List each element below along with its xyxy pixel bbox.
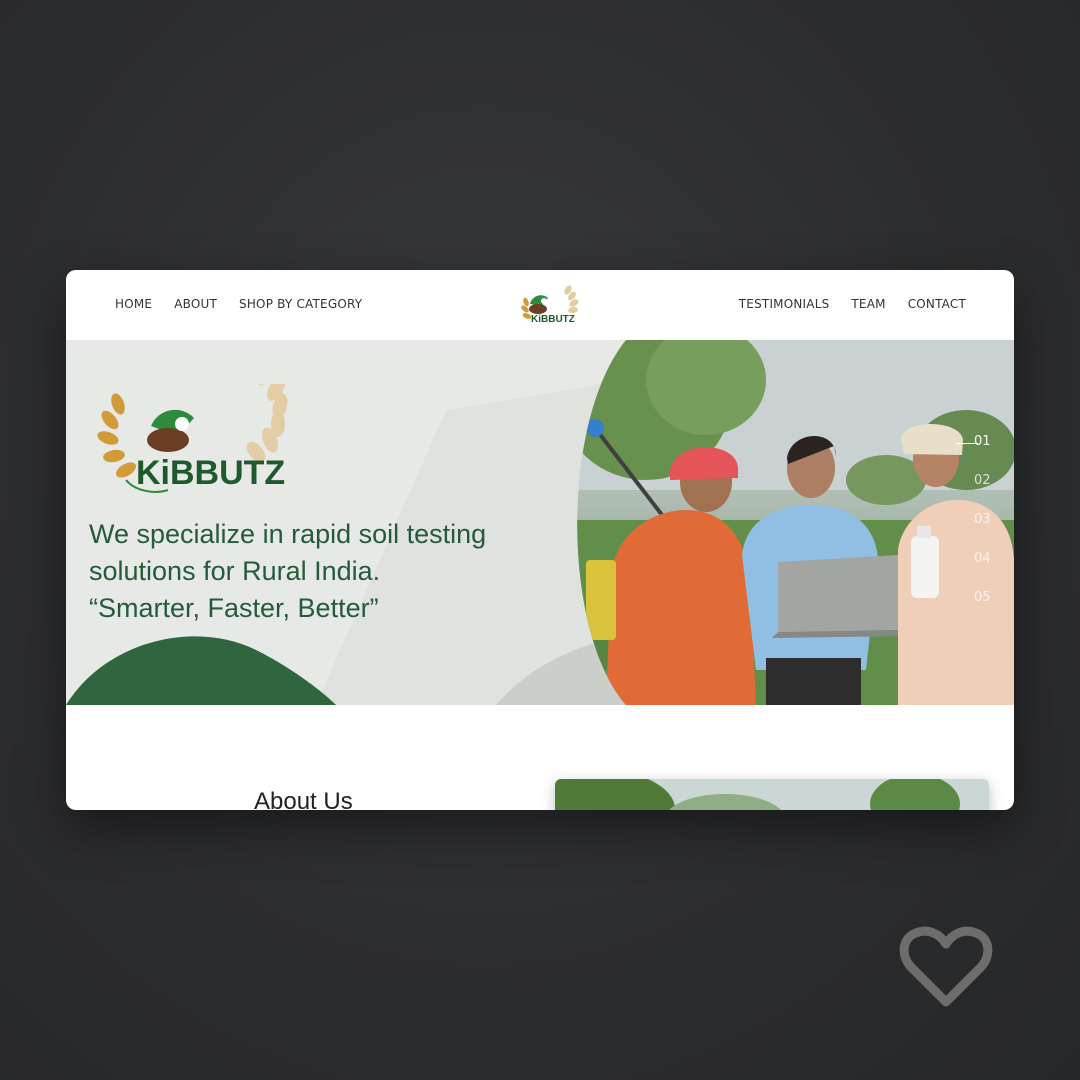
slide-indicator-05[interactable]: 05	[974, 590, 991, 605]
svg-text:KiBBUTZ: KiBBUTZ	[136, 454, 285, 492]
kibbutz-hero-logo: KiBBUTZ	[97, 384, 288, 493]
hero-line-1: We specialize in rapid soil testing	[89, 519, 487, 549]
nav-testimonials-link[interactable]: TESTIMONIALS	[739, 297, 830, 311]
kibbutz-nav-logo[interactable]: KiBBUTZ	[518, 280, 582, 332]
hero-banner: KiBBUTZ We specialize in rapid soil test…	[66, 340, 1014, 705]
wheat-right-icon	[564, 285, 579, 314]
wheat-left-icon	[97, 393, 136, 478]
slide-indicator-03[interactable]: 03	[974, 512, 991, 527]
svg-text:KiBBUTZ: KiBBUTZ	[531, 314, 575, 325]
nav-team-link[interactable]: TEAM	[851, 297, 885, 311]
heart-outline-icon[interactable]	[898, 926, 994, 1010]
hero-headline: We specialize in rapid soil testing solu…	[89, 516, 559, 627]
nav-home-link[interactable]: HOME	[115, 297, 152, 311]
about-us-heading: About Us	[254, 788, 353, 810]
slide-indicator-04[interactable]: 04	[974, 551, 991, 566]
nav-right-group: TESTIMONIALS TEAM CONTACT	[739, 297, 966, 311]
top-navigation: HOME ABOUT SHOP BY CATEGORY KiBBUTZ TEST…	[66, 270, 1014, 340]
about-us-image	[555, 779, 989, 810]
nav-shop-by-category-link[interactable]: SHOP BY CATEGORY	[239, 297, 362, 311]
hero-tagline: “Smarter, Faster, Better”	[89, 593, 379, 623]
website-preview-card: HOME ABOUT SHOP BY CATEGORY KiBBUTZ TEST…	[66, 270, 1014, 810]
nav-about-link[interactable]: ABOUT	[174, 297, 217, 311]
slide-indicator-01[interactable]: 01	[956, 434, 991, 449]
hero-line-2: solutions for Rural India.	[89, 556, 381, 586]
slide-indicator-02[interactable]: 02	[974, 473, 991, 488]
nav-left-group: HOME ABOUT SHOP BY CATEGORY	[115, 297, 362, 311]
nav-contact-link[interactable]: CONTACT	[908, 297, 966, 311]
about-image-photo	[555, 779, 989, 810]
